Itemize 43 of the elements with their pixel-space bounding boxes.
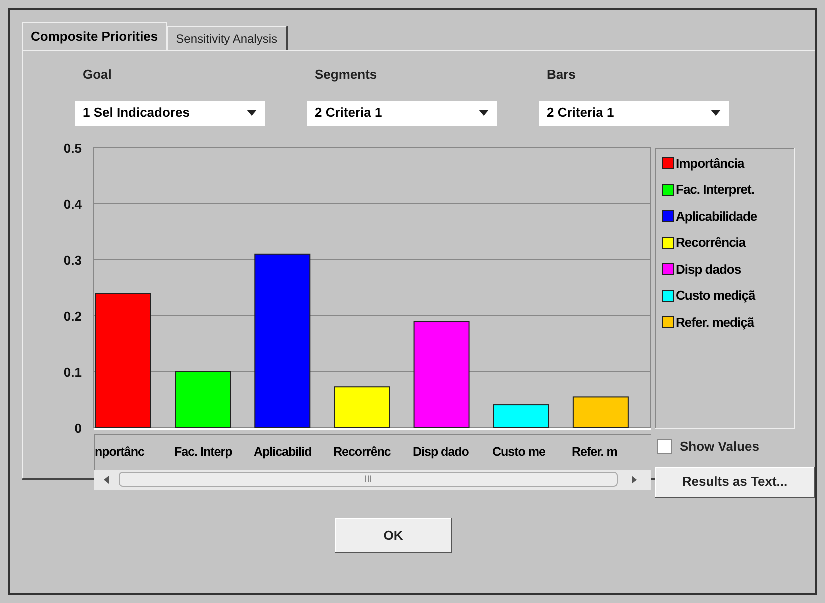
bar: [493, 404, 550, 428]
x-tick-label: Recorrênc: [334, 444, 392, 461]
legend-label: Refer. mediçã: [676, 314, 754, 332]
checkbox[interactable]: [657, 439, 672, 454]
legend-label: Disp dados: [676, 260, 742, 279]
x-tick-label: nportânc: [95, 444, 146, 461]
checkbox-label: Show Values: [680, 438, 760, 456]
y-tick-label: 0.3: [64, 252, 82, 268]
x-tick-label: Fac. Interp: [174, 444, 234, 461]
results-as-text-button[interactable]: Results as Text...: [655, 466, 815, 498]
horizontal-scrollbar[interactable]: III: [94, 470, 651, 490]
scroll-right-icon: [632, 476, 637, 484]
dropdown[interactable]: 2 Criteria 1: [539, 100, 729, 126]
selector-label: Goal: [82, 66, 113, 84]
bar: [175, 371, 232, 428]
legend-label: Recorrência: [676, 234, 746, 252]
tab[interactable]: Composite Priorities: [22, 22, 168, 50]
selector-label: Segments: [314, 66, 378, 84]
ok-button[interactable]: OK: [335, 518, 452, 553]
caret-icon: [479, 110, 489, 116]
x-tick-label: Disp dado: [413, 444, 470, 461]
caret-icon: [711, 110, 721, 116]
caret-icon: [247, 110, 257, 116]
y-tick-label: 0.4: [64, 196, 82, 212]
y-tick-label: 0.2: [64, 308, 82, 324]
x-tick-label: Refer. m: [572, 444, 618, 461]
selector-label: Bars: [546, 66, 577, 84]
tab[interactable]: Sensitivity Analysis: [167, 26, 288, 50]
y-tick-label: 0.1: [64, 364, 82, 380]
dropdown[interactable]: 2 Criteria 1: [307, 100, 497, 126]
bar: [334, 386, 390, 428]
legend-label: Fac. Interpret.: [676, 181, 754, 199]
legend-label: Aplicabilidade: [676, 208, 758, 226]
y-tick-label: 0: [74, 420, 82, 434]
scroll-left-icon: [104, 476, 109, 484]
legend-label: Custo mediçã: [676, 287, 756, 305]
x-tick-label: Aplicabilid: [254, 444, 313, 461]
x-tick-label: Custo me: [492, 444, 546, 461]
scrollbar-thumb[interactable]: III: [119, 472, 618, 487]
bar: [572, 396, 629, 428]
legend-label: Importância: [676, 154, 744, 173]
dropdown[interactable]: 1 Sel Indicadores: [75, 100, 265, 126]
y-tick-label: 0.5: [64, 140, 82, 156]
